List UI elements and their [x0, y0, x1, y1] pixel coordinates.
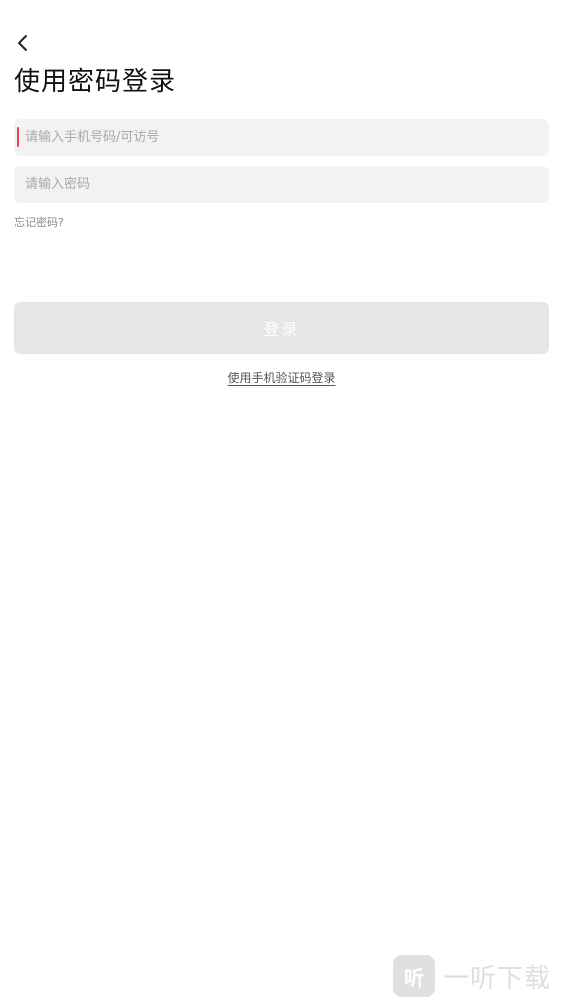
- chevron-left-icon: [18, 35, 27, 51]
- password-login-screen: 使用密码登录 忘记密码? 登录 使用手机验证码登录 听 一听下载: [0, 0, 563, 1000]
- watermark: 听 一听下载: [393, 952, 563, 1000]
- password-input[interactable]: [14, 166, 549, 203]
- phone-input[interactable]: [14, 119, 549, 156]
- login-button[interactable]: 登录: [14, 302, 549, 354]
- watermark-logo-icon: 听: [393, 955, 435, 997]
- phone-field-container: [14, 119, 549, 156]
- watermark-text: 一听下载: [443, 963, 552, 994]
- sms-login-row: 使用手机验证码登录: [0, 369, 563, 387]
- back-button[interactable]: [8, 28, 36, 58]
- page-title: 使用密码登录: [14, 67, 177, 97]
- text-caret: [17, 127, 19, 147]
- sms-login-link[interactable]: 使用手机验证码登录: [227, 371, 335, 385]
- forgot-password-link[interactable]: 忘记密码?: [14, 215, 64, 231]
- password-field-container: [14, 166, 549, 203]
